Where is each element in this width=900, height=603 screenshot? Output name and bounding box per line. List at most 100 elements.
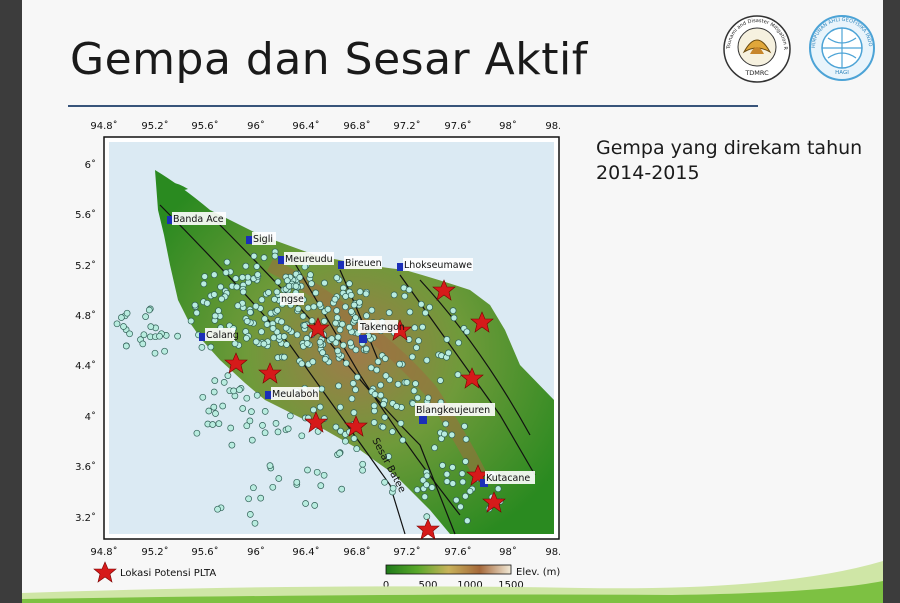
earthquake-dot — [450, 314, 458, 322]
earthquake-dot — [210, 271, 218, 279]
earthquake-dot — [397, 419, 405, 427]
earthquake-dot — [245, 495, 252, 503]
earthquake-dot — [399, 436, 407, 444]
earthquake-dot — [207, 343, 215, 351]
earthquake-dot — [120, 323, 127, 330]
earthquake-dot — [462, 458, 469, 465]
earthquake-dot — [437, 377, 444, 384]
earthquake-dot — [333, 274, 341, 282]
earthquake-dot — [271, 252, 279, 260]
earthquake-dot — [411, 324, 419, 332]
city-label-meureudu: Meureudu — [285, 254, 333, 265]
lon-tick: 98˚ — [499, 120, 517, 132]
earthquake-dot — [211, 377, 219, 384]
earthquake-dot — [426, 303, 433, 311]
earthquake-dot — [210, 403, 218, 411]
earthquake-dot — [443, 336, 451, 343]
earthquake-dot — [439, 462, 446, 469]
earthquake-dot — [246, 308, 254, 316]
earthquake-dot — [263, 321, 271, 328]
earthquake-dot — [449, 480, 457, 487]
earthquake-dot — [367, 364, 375, 372]
earthquake-dot — [321, 279, 328, 287]
earthquake-dot — [385, 309, 393, 316]
earthquake-dot — [347, 339, 354, 347]
earthquake-dot — [302, 500, 309, 507]
earthquake-dot — [308, 280, 315, 287]
earthquake-dot — [445, 349, 452, 357]
earthquake-dot — [113, 320, 121, 328]
earthquake-dot — [248, 408, 255, 415]
earthquake-dot — [410, 387, 418, 395]
earthquake-dot — [431, 444, 438, 452]
earthquake-dot — [381, 355, 389, 362]
city-label-bireuen: Bireuen — [345, 258, 382, 269]
earthquake-dot — [424, 394, 432, 402]
lat-tick: 3.2˚ — [75, 512, 96, 524]
lon-tick: 96.8˚ — [343, 120, 370, 132]
earthquake-dot — [218, 295, 225, 303]
earthquake-dot — [381, 478, 388, 486]
earthquake-dot — [494, 485, 502, 493]
lon-tick: 95.6˚ — [191, 120, 218, 132]
earthquake-dot — [231, 340, 239, 347]
earthquake-dot — [296, 274, 304, 281]
earthquake-dot — [338, 485, 346, 493]
earthquake-dot — [254, 271, 262, 278]
earthquake-dot — [200, 280, 208, 288]
earthquake-dot — [298, 432, 306, 440]
city-label-blangkeujeuren: Blangkeujeuren — [416, 405, 490, 416]
earthquake-dot — [348, 308, 355, 315]
earthquake-dot — [201, 273, 209, 280]
earthquake-dot — [261, 408, 269, 415]
earthquake-dot — [246, 417, 254, 425]
earthquake-dot — [373, 366, 381, 374]
earthquake-dot — [269, 325, 277, 332]
earthquake-dot — [317, 482, 325, 489]
earthquake-dot — [359, 466, 366, 474]
earthquake-dot — [209, 421, 217, 428]
earthquake-dot — [193, 309, 201, 317]
bottom-decoration — [22, 561, 883, 603]
earthquake-dot — [293, 331, 301, 339]
earthquake-dot — [334, 333, 342, 341]
earthquake-dot — [252, 302, 260, 310]
earthquake-dot — [252, 338, 260, 346]
earthquake-dot — [370, 419, 378, 426]
earthquake-dot — [412, 380, 419, 387]
earthquake-dot — [377, 381, 384, 389]
earthquake-dot — [228, 441, 236, 449]
earthquake-dot — [461, 422, 468, 430]
earthquake-dot — [328, 335, 336, 343]
earthquake-dot — [319, 349, 326, 356]
earthquake-dot — [331, 295, 339, 303]
lon-tick: 96˚ — [247, 120, 265, 132]
earthquake-dot — [145, 306, 153, 314]
earthquake-dot — [198, 344, 206, 351]
earthquake-dot — [346, 280, 353, 287]
earthquake-dot — [303, 340, 311, 347]
earthquake-dot — [294, 305, 302, 313]
earthquake-dot — [441, 430, 448, 438]
earthquake-dot — [271, 295, 278, 303]
lon-tick: 97.2˚ — [393, 120, 420, 132]
earthquake-dot — [466, 487, 474, 495]
earthquake-dot — [377, 391, 385, 399]
earthquake-dot — [293, 478, 301, 486]
earthquake-dot — [356, 288, 364, 296]
lat-tick: 6˚ — [85, 159, 96, 171]
earthquake-dot — [448, 431, 456, 439]
earthquake-dot — [459, 478, 467, 486]
earthquake-dot — [371, 391, 379, 398]
quake-caption-line1: Gempa yang direkam tahun — [596, 137, 863, 159]
earthquake-dot — [239, 274, 246, 281]
earthquake-dot — [232, 275, 240, 282]
earthquake-dot — [406, 308, 414, 316]
earthquake-dot — [230, 387, 237, 395]
earthquake-dot — [393, 403, 400, 410]
earthquake-dot — [403, 379, 411, 386]
earthquake-dot — [342, 359, 350, 367]
earthquake-dot — [349, 380, 357, 387]
earthquake-dot — [142, 313, 149, 320]
earthquake-dot — [269, 483, 277, 491]
